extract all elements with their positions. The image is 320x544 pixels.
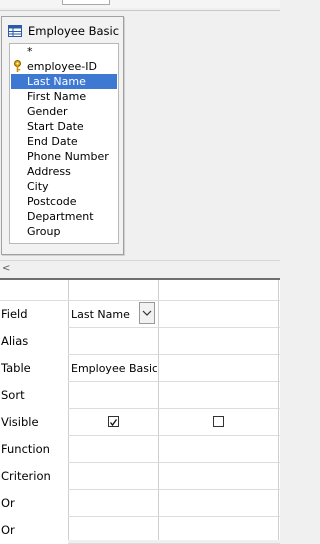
field-list[interactable]: * employee-ID Last Name First Name Gender Sta… <box>9 43 119 244</box>
grid-row-label: Field <box>0 301 68 328</box>
query-grid[interactable]: Field Alias Table Sort Visible Function Criter… <box>0 280 280 544</box>
grid-row-label: Criterion <box>0 463 68 490</box>
field-list-item[interactable]: First Name <box>11 89 117 104</box>
table-icon <box>8 25 22 40</box>
field-list-item-label: Phone Number <box>27 150 109 163</box>
column-divider <box>158 280 159 540</box>
field-dropdown-button[interactable] <box>139 302 155 324</box>
table-window[interactable]: Employee Basic D * employee-ID Last Name Fi… <box>1 16 124 255</box>
table-window-title[interactable]: Employee Basic D <box>8 24 122 40</box>
column-divider <box>68 280 69 540</box>
chevron-down-icon <box>142 310 152 316</box>
field-list-item-label: Department <box>27 210 94 223</box>
field-cell[interactable]: Last Name <box>71 308 137 321</box>
field-list-item-label: City <box>27 180 49 193</box>
table-cell[interactable]: Employee Basic I <box>71 362 157 375</box>
field-list-item[interactable]: City <box>11 179 117 194</box>
table-window-title-text: Employee Basic D <box>28 24 122 38</box>
field-list-item[interactable]: End Date <box>11 134 117 149</box>
field-list-item-label: End Date <box>27 135 78 148</box>
horizontal-scrollbar[interactable]: < <box>0 260 280 278</box>
field-list-item-label: First Name <box>27 90 87 103</box>
visible-checkbox[interactable] <box>108 416 119 427</box>
column-divider <box>278 280 279 540</box>
field-list-item[interactable]: Address <box>11 164 117 179</box>
field-list-item-label: * <box>27 45 33 58</box>
grid-row-label: Function <box>0 436 68 463</box>
field-list-item-label: Postcode <box>27 195 77 208</box>
query-design-area[interactable]: Employee Basic D * employee-ID Last Name Fi… <box>0 11 280 260</box>
field-list-item[interactable]: Group <box>11 224 117 239</box>
field-list-item[interactable]: employee-ID <box>11 59 117 74</box>
field-list-item[interactable]: Phone Number <box>11 149 117 164</box>
field-list-item[interactable]: Gender <box>11 104 117 119</box>
scroll-left-arrow-icon[interactable]: < <box>2 263 10 274</box>
field-list-item-label: Gender <box>27 105 68 118</box>
visible-checkbox[interactable] <box>213 416 224 427</box>
field-list-item[interactable]: Department <box>11 209 117 224</box>
field-list-item[interactable]: * <box>11 44 117 59</box>
grid-row-label: Or <box>0 490 68 517</box>
field-list-item-label: Start Date <box>27 120 84 133</box>
toolbar-strip <box>0 0 280 8</box>
checkmark-icon <box>109 419 118 427</box>
grid-row-label: Alias <box>0 328 68 355</box>
field-list-item-label: Address <box>27 165 71 178</box>
field-list-item-label: employee-ID <box>27 60 97 73</box>
field-list-item[interactable]: Postcode <box>11 194 117 209</box>
toolbar-tab[interactable] <box>62 0 110 5</box>
grid-row-label: Sort <box>0 382 68 409</box>
field-list-item-label: Group <box>27 225 61 238</box>
field-list-item-label: Last Name <box>27 75 86 88</box>
grid-row-label: Visible <box>0 409 68 436</box>
field-list-item[interactable]: Start Date <box>11 119 117 134</box>
field-list-item[interactable]: Last Name <box>11 74 117 89</box>
grid-row-label: Table <box>0 355 68 382</box>
